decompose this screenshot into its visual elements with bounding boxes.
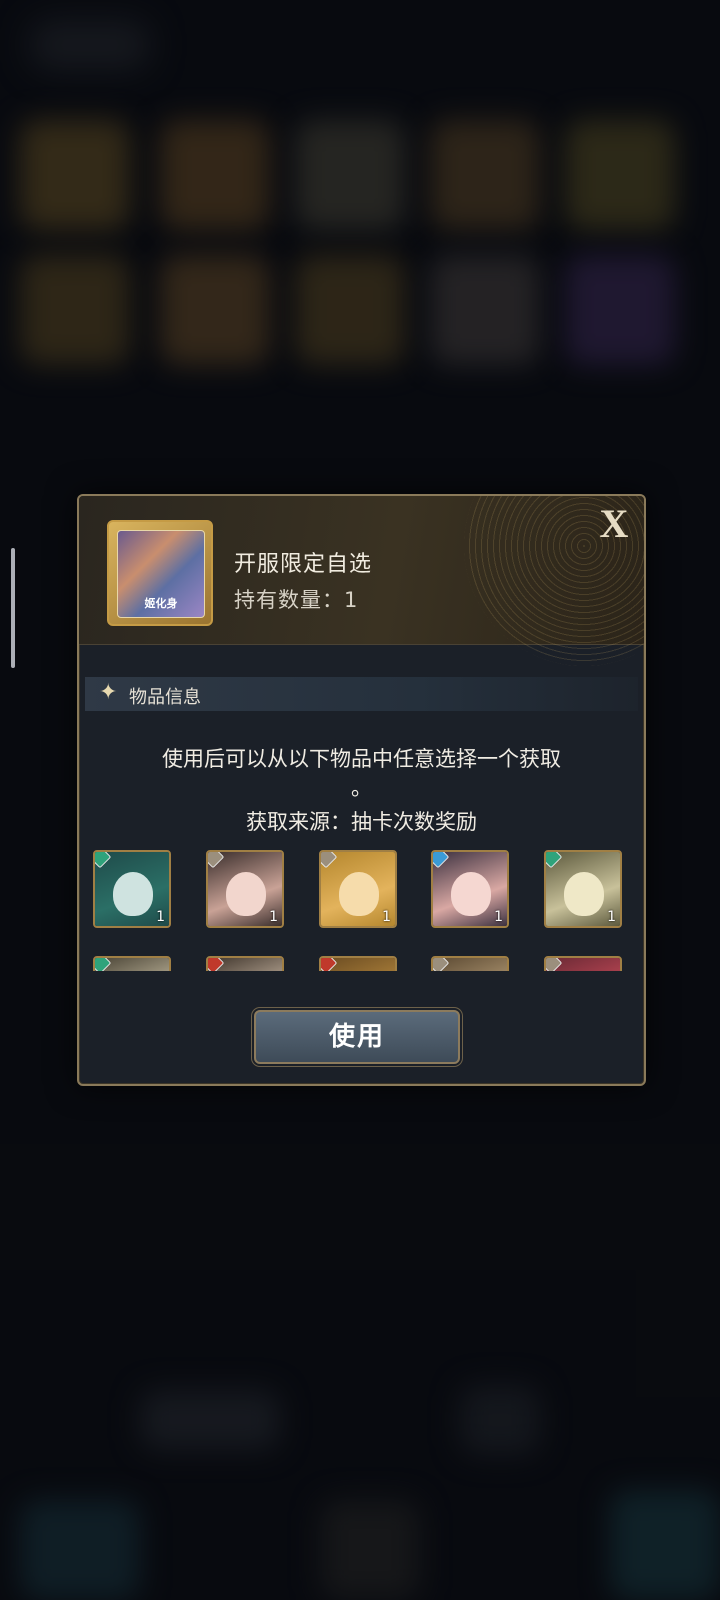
reward-count: 1	[156, 909, 165, 925]
reward-count: 1	[382, 909, 391, 925]
reward-card[interactable]	[544, 956, 622, 971]
reward-card[interactable]	[206, 956, 284, 971]
item-name: 开服限定自选	[234, 552, 373, 577]
reward-card[interactable]: 1	[93, 850, 171, 928]
item-card-art: 姬化身	[117, 530, 205, 618]
item-description-line2: 。	[351, 776, 372, 800]
reward-card[interactable]	[319, 956, 397, 971]
reward-count: 1	[607, 909, 616, 925]
reward-count: 1	[269, 909, 278, 925]
character-face	[564, 872, 604, 916]
character-face	[226, 872, 266, 916]
reward-card[interactable]: 1	[319, 850, 397, 928]
character-face	[113, 872, 153, 916]
reward-card[interactable]: 1	[544, 850, 622, 928]
item-card-art-text: 姬化身	[144, 597, 178, 610]
reward-card[interactable]: 1	[206, 850, 284, 928]
section-title: 物品信息	[129, 687, 201, 708]
item-source: 获取来源：抽卡次数奖励	[246, 810, 477, 834]
character-face	[339, 872, 379, 916]
item-quantity: 持有数量：1	[234, 588, 359, 612]
reward-count: 1	[494, 909, 503, 925]
item-info-dialog: 姬化身 开服限定自选 持有数量：1 X ✦ 物品信息 使用后可以从以下物品中任意…	[77, 494, 646, 1086]
use-button[interactable]: 使用	[254, 1010, 460, 1064]
reward-grid[interactable]: 1 1 1 1 1	[91, 848, 636, 971]
reward-card[interactable]: 1	[431, 850, 509, 928]
dialog-header: 姬化身 开服限定自选 持有数量：1	[79, 496, 644, 666]
sparkle-icon: ✦	[99, 680, 118, 705]
reward-card[interactable]	[431, 956, 509, 971]
section-header: ✦ 物品信息	[85, 677, 638, 711]
side-drag-handle[interactable]	[11, 548, 15, 668]
character-face	[451, 872, 491, 916]
reward-card[interactable]	[93, 956, 171, 971]
close-button[interactable]: X	[592, 502, 636, 546]
item-description-line1: 使用后可以从以下物品中任意选择一个获取	[162, 747, 561, 771]
item-icon: 姬化身	[107, 520, 213, 626]
